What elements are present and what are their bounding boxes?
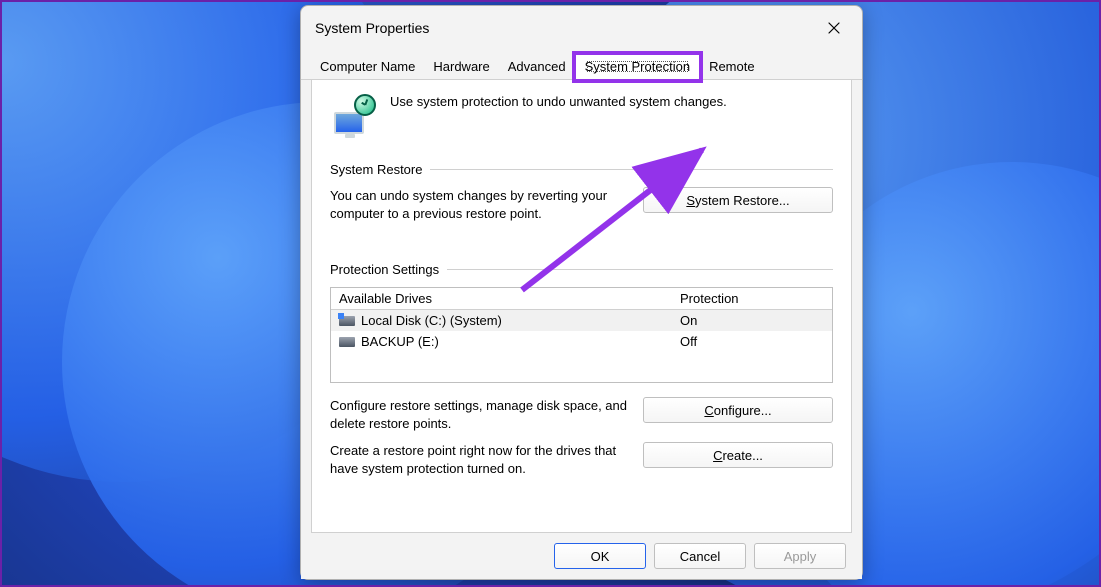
- group-system-restore: System Restore: [330, 162, 833, 177]
- col-protection: Protection: [672, 288, 832, 309]
- drives-table[interactable]: Available Drives Protection Local Disk (…: [330, 287, 833, 383]
- close-icon: [828, 22, 840, 34]
- tab-strip: Computer Name Hardware Advanced System P…: [301, 54, 862, 80]
- intro-row: Use system protection to undo unwanted s…: [330, 94, 833, 138]
- tab-computer-name[interactable]: Computer Name: [311, 55, 424, 79]
- system-protection-icon: [332, 96, 374, 138]
- close-button[interactable]: [816, 14, 852, 42]
- tab-content: Use system protection to undo unwanted s…: [311, 80, 852, 533]
- configure-button[interactable]: Configure...: [643, 397, 833, 423]
- system-restore-button[interactable]: System Restore...: [643, 187, 833, 213]
- tab-advanced[interactable]: Advanced: [499, 55, 575, 79]
- titlebar: System Properties: [301, 6, 862, 48]
- tab-remote[interactable]: Remote: [700, 55, 764, 79]
- window-title: System Properties: [315, 20, 429, 36]
- group-protection-settings: Protection Settings: [330, 262, 833, 277]
- drives-header: Available Drives Protection: [331, 288, 832, 310]
- restore-description: You can undo system changes by reverting…: [330, 187, 629, 222]
- col-available-drives: Available Drives: [331, 288, 672, 309]
- ok-button[interactable]: OK: [554, 543, 646, 569]
- create-button[interactable]: Create...: [643, 442, 833, 468]
- tab-system-protection[interactable]: System Protection: [575, 54, 701, 80]
- system-properties-dialog: System Properties Computer Name Hardware…: [300, 5, 863, 580]
- drive-row[interactable]: BACKUP (E:) Off: [331, 331, 832, 352]
- apply-button: Apply: [754, 543, 846, 569]
- configure-description: Configure restore settings, manage disk …: [330, 397, 629, 432]
- cancel-button[interactable]: Cancel: [654, 543, 746, 569]
- tab-hardware[interactable]: Hardware: [424, 55, 498, 79]
- intro-text: Use system protection to undo unwanted s…: [390, 94, 727, 109]
- dialog-button-bar: OK Cancel Apply: [301, 533, 862, 579]
- drive-row[interactable]: Local Disk (C:) (System) On: [331, 310, 832, 331]
- drive-icon: [339, 337, 355, 347]
- drive-icon: [339, 316, 355, 326]
- create-description: Create a restore point right now for the…: [330, 442, 629, 477]
